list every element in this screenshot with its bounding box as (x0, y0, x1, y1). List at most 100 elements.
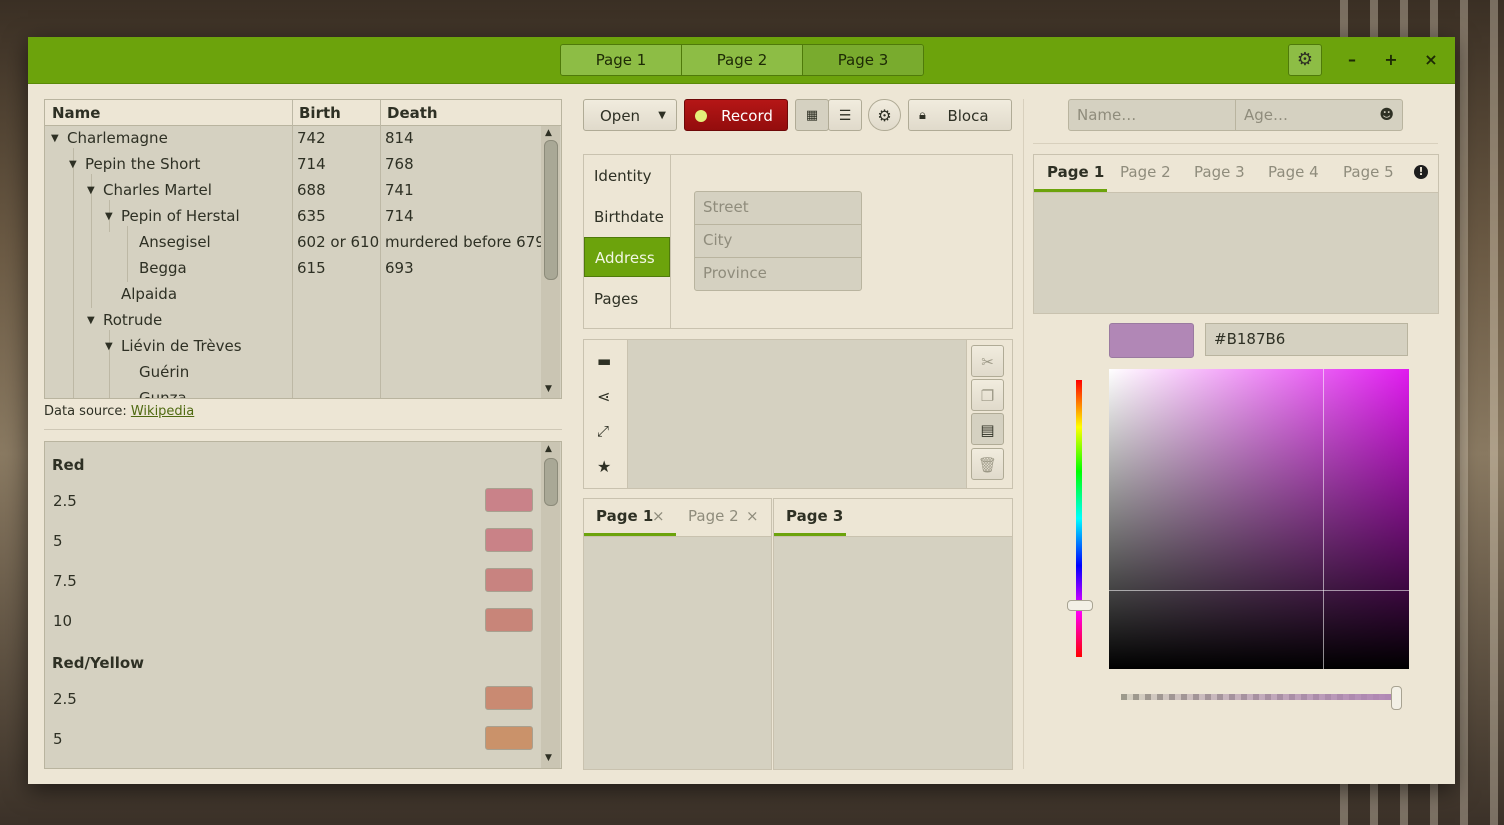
maximize-button[interactable]: + (1379, 48, 1403, 72)
list-view-button[interactable]: ☰ (828, 99, 862, 131)
tree-row[interactable]: Guérin (45, 360, 541, 386)
text-view-frame: ▬ ⋖ ⤢ ★ ✂ ❐ ▤ 🗑︎ (583, 339, 1013, 489)
tab-page-3[interactable]: Page 3 (786, 507, 843, 525)
tree-header: Name Birth Death (45, 100, 561, 126)
stack-switcher: Page 1 Page 2 Page 3 (560, 44, 924, 76)
fullscreen-icon[interactable]: ⤢ (597, 422, 609, 440)
notebook-right: Page 3 (773, 498, 1013, 770)
color-swatch[interactable] (485, 488, 533, 512)
smiley-icon[interactable]: ☻ (1379, 100, 1394, 130)
grid-icon: ▦ (805, 108, 819, 123)
text-area[interactable] (627, 340, 967, 488)
minimize-button[interactable]: – (1340, 48, 1364, 72)
grid-view-button[interactable]: ▦ (795, 99, 829, 131)
name-field[interactable]: Name… (1068, 99, 1236, 131)
color-swatch[interactable] (485, 528, 533, 552)
column-death[interactable]: Death (387, 104, 438, 122)
list-icon: ☰ (838, 108, 852, 124)
current-color-swatch[interactable] (1109, 323, 1194, 358)
tree-row[interactable]: Alpaida (45, 282, 541, 308)
scroll-up-icon[interactable]: ▲ (545, 444, 552, 454)
tree-row[interactable]: ▼ Charles Martel 688 741 (45, 178, 541, 204)
gear-icon: ⚙ (877, 106, 892, 125)
copy-icon[interactable]: ❐ (971, 379, 1004, 411)
sidebar-item-identity[interactable]: Identity (594, 167, 652, 185)
close-icon[interactable]: × (652, 507, 665, 525)
scroll-down-icon[interactable]: ▼ (545, 753, 552, 763)
tree-scrollbar[interactable]: ▲ ▼ (541, 126, 560, 398)
column-birth[interactable]: Birth (299, 104, 341, 122)
gear-icon[interactable]: ⚙ (1288, 44, 1322, 76)
province-field[interactable]: Province (694, 257, 862, 291)
settings-button[interactable]: ⚙ (868, 99, 901, 131)
sidebar-item-address[interactable]: Address (584, 237, 670, 277)
tab-page-1[interactable]: Page 1 (1047, 163, 1104, 181)
close-icon[interactable]: × (746, 507, 759, 525)
tab-page-2[interactable]: Page 2 (688, 507, 739, 525)
cut-icon[interactable]: ✂ (971, 345, 1004, 377)
tree-row[interactable]: Ansegisel 602 or 610 murdered before 679 (45, 230, 545, 256)
tab-page-2[interactable]: Page 2 (1120, 163, 1171, 181)
tree-row[interactable]: Begga 615 693 (45, 256, 541, 282)
list-item: 2.5 (53, 492, 77, 510)
tab-page-3[interactable]: Page 3 (803, 45, 923, 75)
folder-icon[interactable]: ▬ (597, 352, 611, 370)
data-source-label: Data source: Wikipedia (44, 404, 195, 419)
tab-page-2[interactable]: Page 2 (682, 45, 803, 75)
expander-icon[interactable]: ▼ (51, 133, 59, 144)
street-field[interactable]: Street (694, 191, 862, 225)
tree-row[interactable]: ▼ Pepin of Herstal 635 714 (45, 204, 541, 230)
expander-icon[interactable]: ▼ (105, 211, 113, 222)
alpha-slider[interactable] (1121, 694, 1397, 700)
tree-row[interactable]: ▼ Liévin de Trèves (45, 334, 541, 360)
sidebar-item-birthdate[interactable]: Birthdate (594, 208, 664, 226)
list-scrollbar[interactable]: ▲ ▼ (541, 442, 560, 768)
age-field[interactable]: Age… ☻ (1235, 99, 1403, 131)
expander-icon[interactable]: ▼ (87, 315, 95, 326)
paste-icon[interactable]: ▤ (971, 413, 1004, 445)
alert-icon: ! (1414, 165, 1428, 179)
record-button[interactable]: Record (684, 99, 788, 131)
color-swatch[interactable] (485, 686, 533, 710)
scroll-up-icon[interactable]: ▲ (545, 128, 552, 138)
tab-page-4[interactable]: Page 4 (1268, 163, 1319, 181)
color-swatch[interactable] (485, 726, 533, 750)
saturation-value-plane[interactable] (1109, 369, 1409, 669)
tree-row[interactable]: ▼ Charlemagne 742 814 (45, 126, 541, 152)
lock-button[interactable]: 🔒︎ Bloca (908, 99, 1012, 131)
share-icon[interactable]: ⋖ (597, 387, 610, 406)
scroll-thumb[interactable] (544, 458, 558, 506)
hex-color-field[interactable]: #B187B6 (1205, 323, 1408, 356)
color-swatch[interactable] (485, 568, 533, 592)
expander-icon[interactable]: ▼ (69, 159, 77, 170)
lock-icon: 🔒︎ (919, 108, 926, 123)
alpha-slider-handle[interactable] (1391, 686, 1402, 710)
tab-page-3[interactable]: Page 3 (1194, 163, 1245, 181)
list-item: 5 (53, 730, 63, 748)
tree-row[interactable]: ▼ Rotrude (45, 308, 541, 334)
expander-icon[interactable]: ▼ (87, 185, 95, 196)
star-add-icon[interactable]: ★ (597, 457, 611, 476)
scroll-down-icon[interactable]: ▼ (545, 384, 552, 394)
list-item: 10 (53, 612, 73, 630)
tab-page-1[interactable]: Page 1 (596, 507, 653, 525)
hue-slider[interactable] (1076, 380, 1082, 657)
color-swatch[interactable] (485, 608, 533, 632)
app-window: Page 1 Page 2 Page 3 ⚙ – + × Name Birth … (28, 37, 1455, 784)
city-field[interactable]: City (694, 224, 862, 258)
expander-icon[interactable]: ▼ (105, 341, 113, 352)
scroll-thumb[interactable] (544, 140, 558, 280)
notebook-tabs: Page 1 Page 2 Page 3 Page 4 Page 5 ! (1034, 155, 1438, 193)
tree-row[interactable]: Gunza (45, 386, 541, 398)
open-button[interactable]: Open ▼ (583, 99, 677, 131)
wikipedia-link[interactable]: Wikipedia (131, 404, 194, 419)
tab-page-5[interactable]: Page 5 (1343, 163, 1394, 181)
hue-slider-handle[interactable] (1067, 600, 1093, 611)
column-name[interactable]: Name (52, 104, 100, 122)
trash-icon[interactable]: 🗑︎ (971, 448, 1004, 480)
list-item: 7.5 (53, 572, 77, 590)
close-button[interactable]: × (1419, 48, 1443, 72)
sidebar-item-pages[interactable]: Pages (594, 290, 638, 308)
tree-row[interactable]: ▼ Pepin the Short 714 768 (45, 152, 541, 178)
tab-page-1[interactable]: Page 1 (561, 45, 682, 75)
